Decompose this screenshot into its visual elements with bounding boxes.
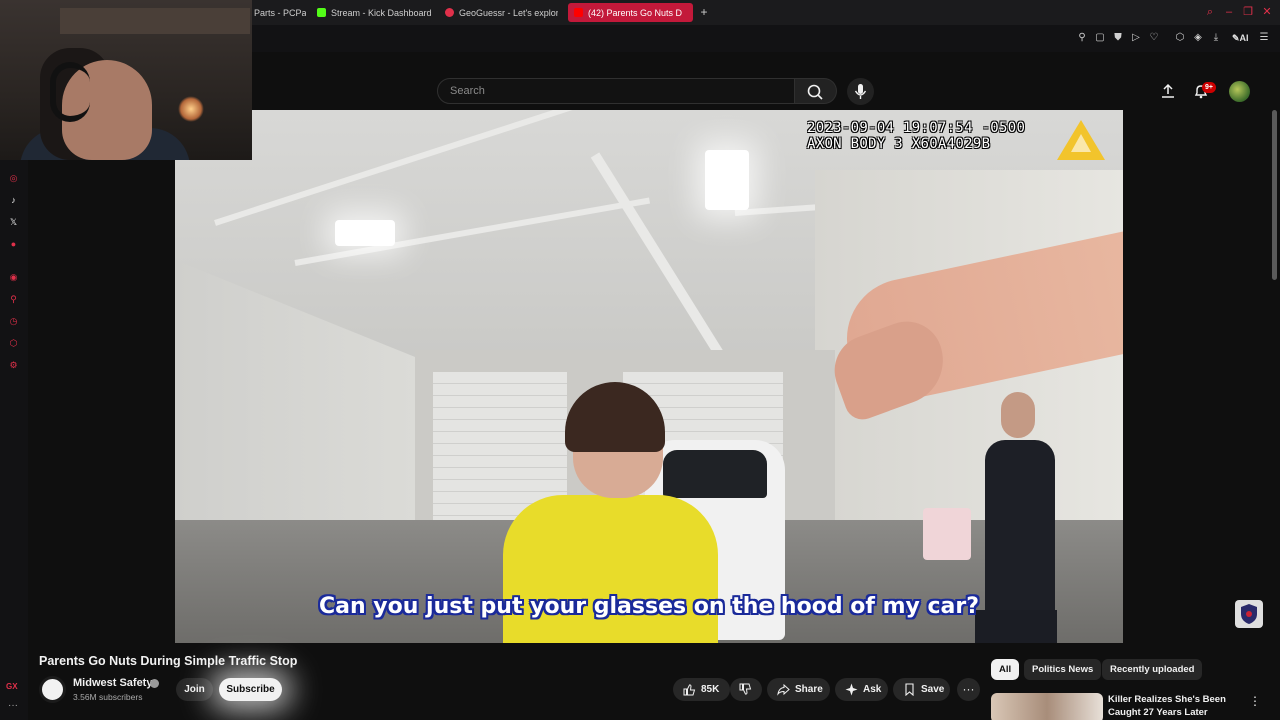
channel-avatar[interactable] [39, 676, 66, 703]
ask-label: Ask [863, 684, 882, 695]
share-label: Share [795, 684, 823, 695]
close-icon[interactable]: ✕ [1260, 5, 1274, 19]
extensions-icon[interactable]: ⬡ [1173, 31, 1187, 45]
thumbs-down-icon [739, 683, 752, 695]
channel-watermark[interactable] [1235, 600, 1263, 628]
account-avatar[interactable] [1229, 81, 1250, 102]
youtube-icon [574, 8, 583, 17]
sparkle-icon [845, 683, 858, 696]
extensions-icon[interactable]: ⬡ [7, 337, 20, 350]
bookmark-icon [905, 683, 914, 696]
tab-kick-dashboard[interactable]: Stream - Kick Dashboard [317, 3, 435, 22]
axon-logo-icon [1057, 120, 1105, 160]
gx-logo[interactable]: GX [6, 682, 18, 691]
tiktok-icon[interactable]: ♪ [7, 194, 20, 207]
pin-icon[interactable]: ⚲ [7, 293, 20, 306]
tab-label: (42) Parents Go Nuts D [588, 7, 683, 18]
kick-icon [317, 8, 326, 17]
player-icon[interactable]: ◉ [7, 271, 20, 284]
microphone-icon [854, 84, 867, 99]
ask-button[interactable]: Ask [835, 678, 888, 701]
like-count: 85K [701, 684, 720, 695]
save-button[interactable]: Save [893, 678, 950, 701]
upload-icon[interactable] [1160, 83, 1176, 99]
lamp [178, 96, 204, 122]
save-label: Save [921, 684, 945, 695]
shield-icon [1241, 604, 1257, 624]
more-icon[interactable]: ··· [8, 700, 18, 711]
x-icon[interactable]: 𝕏 [7, 216, 20, 229]
tab-label: GeoGuessr - Let's explore [459, 7, 558, 18]
browser-toolbar [252, 25, 1280, 52]
tab-geoguessr[interactable]: GeoGuessr - Let's explore [445, 3, 558, 22]
play-icon[interactable]: ▷ [1129, 31, 1143, 45]
share-button[interactable]: Share [767, 678, 830, 701]
kebab-menu-icon[interactable]: ⋮ [1249, 694, 1261, 708]
notification-badge: 9+ [1202, 82, 1216, 93]
voice-search-button[interactable] [847, 78, 874, 105]
screenshot-icon[interactable]: ▢ [1093, 31, 1107, 45]
ceiling-light [705, 150, 749, 210]
ai-label: AI [1239, 33, 1249, 43]
shelf [60, 8, 250, 34]
like-button[interactable]: 85K [673, 678, 730, 701]
share-icon [777, 683, 790, 696]
thumbs-up-icon [683, 684, 696, 696]
verified-icon [150, 679, 159, 688]
instagram-icon[interactable]: ◎ [7, 172, 20, 185]
video-title: Parents Go Nuts During Simple Traffic St… [39, 654, 298, 668]
history-icon[interactable]: ◷ [7, 315, 20, 328]
minimize-icon[interactable]: – [1222, 5, 1236, 19]
chip-all[interactable]: All [991, 659, 1020, 680]
tab-parts[interactable]: Parts - PCPa [254, 3, 306, 22]
search-input[interactable]: Search [437, 78, 795, 104]
subscribe-button[interactable]: Subscribe [219, 678, 282, 701]
page-scrollbar[interactable] [1272, 110, 1277, 280]
join-button[interactable]: Join [176, 678, 213, 701]
restore-icon[interactable]: ❐ [1241, 5, 1255, 19]
woman-yellow-shirt [503, 495, 718, 643]
officer-head [1001, 392, 1035, 438]
settings-icon[interactable]: ⚙ [7, 359, 20, 372]
search-button[interactable] [795, 78, 837, 104]
dislike-button[interactable] [730, 678, 762, 701]
pin-icon[interactable]: ⚲ [1075, 31, 1089, 45]
heart-icon[interactable]: ♡ [1147, 31, 1161, 45]
officer [985, 440, 1055, 620]
recommended-video-title[interactable]: Killer Realizes She's Been Caught 27 Yea… [1108, 693, 1238, 719]
chip-recently-uploaded[interactable]: Recently uploaded [1102, 659, 1203, 680]
channel-name[interactable]: Midwest Safety [73, 677, 152, 689]
cube-icon[interactable]: ◈ [1191, 31, 1205, 45]
headset [50, 62, 90, 122]
search-icon [807, 84, 823, 100]
search-tabs-icon[interactable]: ⌕ [1203, 5, 1217, 19]
more-actions-button[interactable]: ··· [957, 678, 980, 701]
timestamp-line1: 2023-09-04 19:07:54 -0500 [807, 120, 1026, 136]
car-window [663, 450, 767, 498]
ceiling-light [335, 220, 395, 246]
ai-button[interactable]: ✎AI [1232, 31, 1249, 45]
chip-politics-news[interactable]: Politics News [1024, 659, 1102, 680]
video-player[interactable]: 2023-09-04 19:07:54 -0500 AXON BODY 3 X6… [175, 110, 1123, 643]
tab-label: Parts - PCPa [254, 7, 306, 18]
webcam-overlay [0, 0, 252, 160]
twitch-icon[interactable]: ● [7, 238, 20, 251]
cart [923, 508, 971, 560]
subscriber-count: 3.56M subscribers [73, 692, 143, 702]
download-icon[interactable]: ⤓ [1209, 31, 1223, 45]
new-tab-button[interactable]: + [697, 5, 711, 19]
tab-youtube-active[interactable]: (42) Parents Go Nuts D [568, 3, 693, 22]
recommended-video-thumbnail[interactable] [991, 693, 1103, 720]
video-subtitle: Can you just put your glasses on the hoo… [318, 594, 980, 619]
timestamp-line2: AXON BODY 3 X60A4029B [807, 136, 991, 152]
shield-icon[interactable]: ⛊ [1111, 31, 1125, 45]
tab-label: Stream - Kick Dashboard [331, 7, 432, 18]
geoguessr-icon [445, 8, 454, 17]
menu-icon[interactable]: ☰ [1257, 31, 1271, 45]
bodycam-timestamp: 2023-09-04 19:07:54 -0500 AXON BODY 3 X6… [807, 120, 1025, 152]
